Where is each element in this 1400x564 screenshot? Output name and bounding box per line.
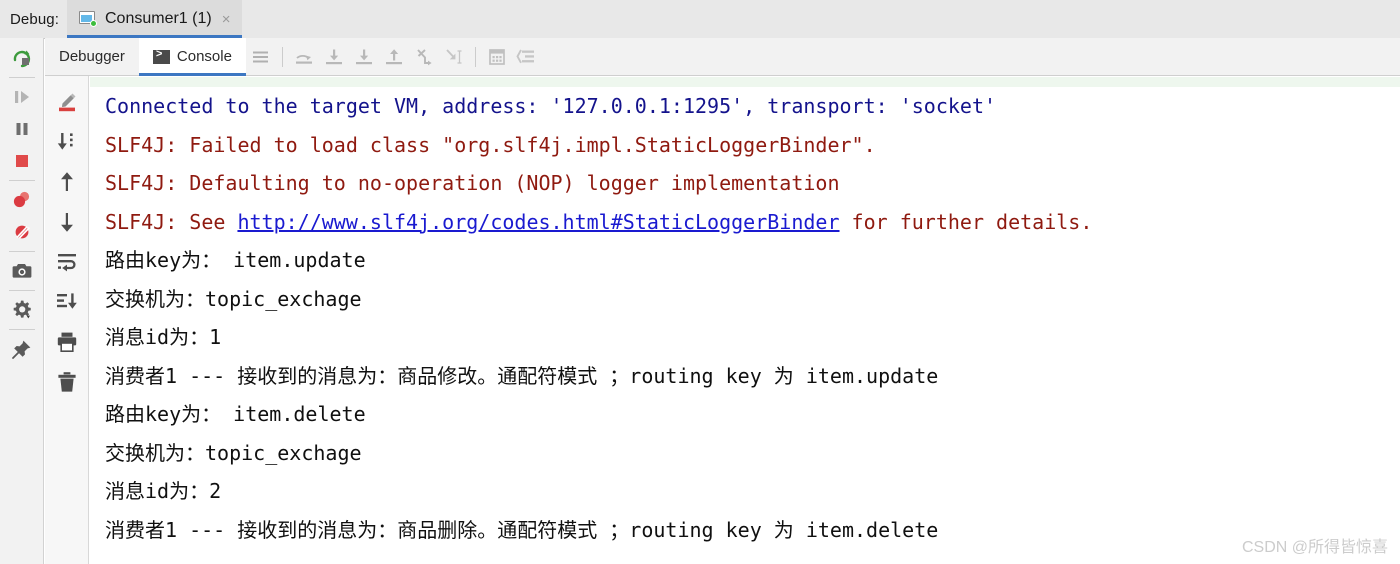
console-lines: Connected to the target VM, address: '12…: [90, 77, 1400, 549]
resume-program-icon: [14, 91, 29, 103]
strip-divider: [8, 329, 35, 330]
resume-program-button[interactable]: [4, 81, 40, 113]
step-over-icon: [295, 54, 312, 64]
debug-tab-bar: Debug: Consumer1 (1) ×: [0, 0, 1400, 39]
run-to-cursor-icon: [446, 48, 462, 64]
settings-button[interactable]: [4, 294, 40, 326]
console-line: Connected to the target VM, address: '12…: [105, 94, 997, 118]
console-icon: [152, 49, 170, 64]
scroll-to-the-end-icon: [56, 293, 77, 309]
run-configuration-icon: [78, 11, 97, 27]
tab-debugger-label: Debugger: [59, 48, 125, 65]
step-out-button[interactable]: [379, 42, 409, 72]
next-occurrence-icon: [60, 213, 73, 232]
tab-console[interactable]: Console: [138, 37, 246, 76]
previous-occurrence-icon: [60, 172, 73, 191]
evaluate-expression-icon: [489, 48, 505, 65]
console-output[interactable]: Connected to the target VM, address: '12…: [90, 77, 1400, 564]
scroll-to-end-button[interactable]: [50, 122, 84, 162]
tab-console-underline: [138, 72, 246, 76]
tab-title: Consumer1 (1): [104, 10, 212, 27]
strip-divider: [8, 180, 35, 181]
scroll-to-the-end-button[interactable]: [50, 282, 84, 322]
evaluate-expression-button[interactable]: [482, 42, 512, 72]
strip-divider: [8, 251, 35, 252]
view-breakpoints-button[interactable]: [4, 184, 40, 216]
print-button[interactable]: [50, 322, 84, 362]
force-step-into-button[interactable]: [349, 42, 379, 72]
slf4j-codes-link[interactable]: http://www.slf4j.org/codes.html#StaticLo…: [237, 210, 839, 234]
next-occurrence-button[interactable]: [50, 202, 84, 242]
sort-threads-icon: [516, 49, 534, 63]
step-into-button[interactable]: [319, 42, 349, 72]
console-line-suffix: for further details.: [839, 209, 1093, 234]
console-line: 消息id为：1: [105, 325, 222, 349]
drop-frame-button[interactable]: [409, 42, 439, 72]
rerun-icon: [13, 50, 30, 68]
console-toolbar: Debugger Console: [45, 37, 1400, 76]
close-icon[interactable]: ×: [220, 12, 233, 27]
console-line: 消息id为：2: [105, 479, 222, 503]
clear-all-icon: [57, 372, 76, 392]
console-line: SLF4J: Failed to load class "org.slf4j.i…: [105, 132, 876, 157]
scroll-to-end-icon: [57, 133, 73, 150]
mute-breakpoints-button[interactable]: [4, 216, 40, 248]
console-line: 路由key为： item.update: [105, 248, 366, 272]
console-line: SLF4J: See http://www.slf4j.org/codes.ht…: [90, 203, 1400, 242]
strip-divider: [8, 77, 35, 78]
console-line: 消费者1 --- 接收到的消息为：商品删除。通配符模式 ；routing key…: [105, 517, 939, 542]
show-options-menu-button[interactable]: [246, 42, 276, 72]
console-line-prefix: SLF4J: See: [105, 209, 238, 234]
stop-button[interactable]: [4, 145, 40, 177]
force-step-into-icon: [355, 49, 372, 64]
console-line-clipped: [90, 77, 1400, 87]
console-line: 交换机为：topic_exchage: [105, 440, 362, 465]
tab-debugger[interactable]: Debugger: [45, 38, 139, 76]
step-out-icon: [385, 48, 402, 64]
clear-all-button[interactable]: [50, 362, 84, 402]
view-breakpoints-icon: [13, 191, 29, 208]
run-to-cursor-button[interactable]: [439, 42, 469, 72]
tab-consumer1[interactable]: Consumer1 (1) ×: [66, 0, 243, 38]
debug-label: Debug:: [10, 10, 59, 28]
console-line: 消费者1 --- 接收到的消息为：商品修改。通配符模式 ；routing key…: [105, 363, 939, 388]
console-actions-strip: [45, 76, 89, 564]
pause-program-icon: [16, 123, 27, 135]
console-line: SLF4J: Defaulting to no-operation (NOP) …: [105, 171, 840, 195]
print-icon: [57, 332, 76, 352]
pause-program-button[interactable]: [4, 113, 40, 145]
console-line: 路由key为： item.delete: [105, 402, 366, 426]
debug-actions-strip: [0, 38, 44, 564]
mute-breakpoints-icon: [15, 225, 30, 239]
highlight-pen-button[interactable]: [50, 82, 84, 122]
rerun-button[interactable]: [4, 42, 40, 74]
previous-occurrence-button[interactable]: [50, 162, 84, 202]
watermark: CSDN @所得皆惊喜: [1241, 539, 1388, 556]
settings-gear-icon: [13, 300, 31, 319]
stop-icon: [15, 155, 28, 167]
console-line: 交换机为：topic_exchage: [105, 286, 362, 311]
toolbar-divider: [474, 46, 476, 67]
step-over-button[interactable]: [289, 42, 319, 72]
pin-tab-icon: [11, 340, 30, 359]
strip-divider: [8, 290, 35, 291]
debug-tool-window: Debug: Consumer1 (1) × Debugger > Consol…: [0, 0, 1400, 564]
show-options-menu-icon: [252, 51, 268, 62]
toolbar-divider: [281, 46, 283, 67]
pin-tab-button[interactable]: [4, 333, 40, 365]
screenshot-icon: [12, 264, 31, 278]
soft-wrap-button[interactable]: [50, 242, 84, 282]
step-into-icon: [325, 49, 342, 64]
screenshot-button[interactable]: [4, 255, 40, 287]
drop-frame-icon: [417, 48, 432, 65]
soft-wrap-icon: [57, 254, 76, 272]
sort-threads-button[interactable]: [512, 42, 542, 72]
highlight-pen-icon: [58, 93, 75, 112]
tab-console-label: Console: [176, 48, 232, 65]
